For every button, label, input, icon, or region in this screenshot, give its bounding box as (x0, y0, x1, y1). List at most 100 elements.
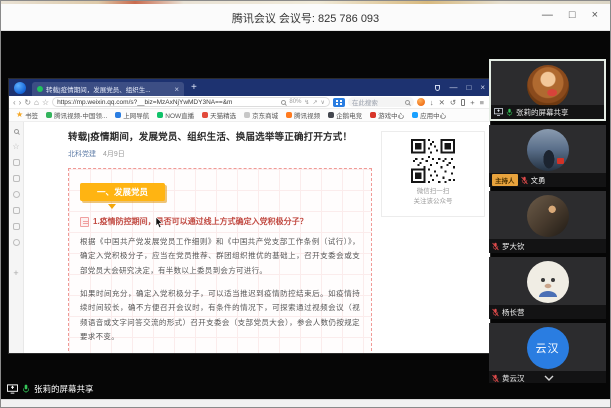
zoom-level[interactable]: 80% (289, 99, 301, 105)
bookmark-item[interactable]: 应用中心 (412, 110, 446, 120)
article-author[interactable]: 北科党建 (68, 151, 96, 158)
article-byline: 北科党建4月9日 (68, 149, 372, 159)
menu-icon[interactable]: ≡ (480, 98, 484, 107)
participant-tile[interactable]: 杨长营 (489, 257, 606, 319)
article-title: 转载|疫情期间，发展党员、组织生活、换届选举等正确打开方式！ (68, 131, 372, 144)
site-icon (412, 112, 418, 118)
sidebar-tools-icon[interactable] (13, 223, 20, 230)
browser-tab[interactable]: 转载|疫情期间，发展党员、组织生... × (32, 82, 184, 96)
sidebar-messages-icon[interactable] (13, 191, 20, 198)
bookmark-item[interactable]: 腾讯视频 (286, 110, 320, 120)
mic-muted-icon (492, 242, 499, 251)
mic-muted-icon (492, 308, 499, 317)
participant-tile[interactable]: 罗大钦 (489, 191, 606, 253)
bookmark-item[interactable]: 上网导航 (115, 110, 149, 120)
bookmark-item[interactable]: 游戏中心 (370, 110, 404, 120)
browser-side-toolbar: ☆ + (9, 122, 24, 353)
bookmarks-bar: ★书签 腾讯视频-中国领... 上网导航 NOW直播 天猫精选 京东商城 腾讯视… (9, 109, 490, 122)
question-1: 1.疫情防控期间，是否可以通过线上方式确定入党积极分子？ (80, 216, 360, 228)
search-icon[interactable] (405, 100, 410, 105)
sidebar-notes-icon[interactable] (13, 207, 20, 214)
download-icon[interactable]: ↓ (430, 98, 434, 107)
sidebar-history-icon[interactable] (13, 159, 20, 166)
bookmark-item[interactable]: ★书签 (16, 110, 38, 120)
new-tab-button[interactable]: + (191, 83, 197, 93)
section-badge-caret (108, 204, 116, 209)
tab-close-icon[interactable]: × (174, 85, 179, 94)
url-text[interactable]: https://mp.weixin.qq.com/s?__biz=MzAxNjY… (57, 99, 278, 106)
close-button[interactable]: × (592, 8, 598, 22)
meeting-title: 腾讯会议 会议号: 825 786 093 (1, 10, 610, 26)
bookmark-item[interactable]: 腾讯视频-中国领... (46, 110, 107, 120)
url-dropdown-icon[interactable]: ∨ (320, 99, 324, 106)
article: 转载|疫情期间，发展党员、组织生活、换届选举等正确打开方式！ 北科党建4月9日 … (68, 131, 372, 353)
page-content: 转载|疫情期间，发展党员、组织生活、换届选举等正确打开方式！ 北科党建4月9日 … (24, 122, 490, 353)
qq-browser-logo-icon (14, 82, 26, 94)
back-icon[interactable]: ‹ (13, 98, 16, 107)
share-banner-text: 张莉的屏幕共享 (34, 383, 94, 395)
participant-name: 罗大钦 (502, 241, 525, 252)
shared-screen-browser[interactable]: 转载|疫情期间，发展党员、组织生... × + — □ × ‹ › ↻ ⌂ ☆ (9, 79, 490, 353)
find-in-page-icon[interactable] (281, 100, 286, 105)
refresh-icon[interactable]: ↻ (24, 98, 31, 107)
sidebar-add-icon[interactable]: + (13, 269, 18, 277)
participant-name: 杨长营 (502, 307, 525, 318)
chevron-down-icon[interactable] (544, 375, 554, 381)
site-icon (328, 112, 334, 118)
tab-title: 转载|疫情期间，发展党员、组织生... (46, 84, 171, 94)
share-page-icon[interactable]: ↗ (312, 99, 317, 106)
sidebar-downloads-icon[interactable] (13, 175, 20, 182)
browser-maximize-button[interactable]: □ (466, 83, 471, 92)
browser-minimize-button[interactable]: — (449, 83, 457, 92)
qq-pet-icon[interactable] (417, 98, 425, 106)
share-status-banner: 张莉的屏幕共享 (7, 383, 94, 395)
maximize-button[interactable]: □ (569, 8, 576, 22)
participant-name: 文勇 (531, 175, 546, 186)
sidebar-search-icon[interactable] (14, 129, 19, 134)
bookmark-item[interactable]: 天猫精选 (202, 110, 236, 120)
star-icon: ★ (16, 111, 23, 119)
speed-mode-icon[interactable]: ↯ (304, 99, 309, 106)
window-bottom-edge (1, 399, 610, 407)
bookmark-item[interactable]: 企鹅电竞 (328, 110, 362, 120)
browser-navbar: ‹ › ↻ ⌂ ☆ https://mp.weixin.qq.com/s?__b… (9, 96, 490, 109)
browser-close-button[interactable]: × (480, 83, 485, 92)
participant-tile-sharer[interactable]: 张莉的屏幕共享 (489, 59, 606, 121)
desktop-edge-strip (1, 1, 610, 4)
search-placeholder: 在此搜索 (352, 97, 402, 107)
sidebar-user-icon[interactable] (13, 239, 20, 246)
meeting-window: 腾讯会议 会议号: 825 786 093 — □ × 转载|疫情期间，发展党员… (0, 0, 611, 408)
search-input[interactable]: 在此搜索 (348, 97, 414, 107)
participant-tile-host[interactable]: 主持人 文勇 (489, 125, 606, 187)
participant-tile[interactable]: 云汉 黄云汉 (489, 323, 606, 383)
screen-share-icon (494, 108, 503, 116)
undo-icon[interactable]: ↺ (450, 98, 456, 107)
forward-icon[interactable]: › (19, 98, 22, 107)
paragraph-1: 根据《中国共产党发展党员工作细则》和《中国共产党支部工作条例（试行）》，确定入党… (80, 235, 360, 279)
site-icon (115, 112, 121, 118)
mic-on-icon (22, 384, 30, 394)
send-to-phone-icon[interactable] (461, 99, 465, 106)
address-bar[interactable]: https://mp.weixin.qq.com/s?__biz=MzAxNjY… (52, 97, 330, 107)
section-badge: 一、发展党员 (80, 183, 165, 201)
app-grid-icon[interactable] (333, 98, 345, 107)
site-icon (157, 112, 163, 118)
host-badge: 主持人 (492, 174, 518, 186)
minimize-button[interactable]: — (542, 8, 553, 22)
avatar (527, 261, 569, 303)
sidebar-favorites-icon[interactable]: ☆ (12, 143, 19, 150)
add-icon[interactable]: + (470, 98, 474, 107)
home-icon[interactable]: ⌂ (34, 98, 39, 107)
meeting-stage: 转载|疫情期间，发展党员、组织生... × + — □ × ‹ › ↻ ⌂ ☆ (1, 31, 610, 399)
site-icon (286, 112, 292, 118)
avatar (527, 65, 569, 107)
screenshot-icon[interactable]: ✕ (439, 98, 445, 107)
bookmark-star-icon[interactable]: ☆ (42, 98, 49, 107)
article-highlight-card: 一、发展党员 1.疫情防控期间，是否可以通过线上方式确定入党积极分子？ 根据《中… (68, 168, 372, 353)
participant-name: 黄云汉 (502, 373, 525, 384)
bookmark-item[interactable]: 京东商城 (244, 110, 278, 120)
browser-shield-icon[interactable] (435, 85, 440, 91)
site-icon (370, 112, 376, 118)
bookmark-item[interactable]: NOW直播 (157, 110, 194, 120)
mic-on-icon (506, 108, 513, 117)
